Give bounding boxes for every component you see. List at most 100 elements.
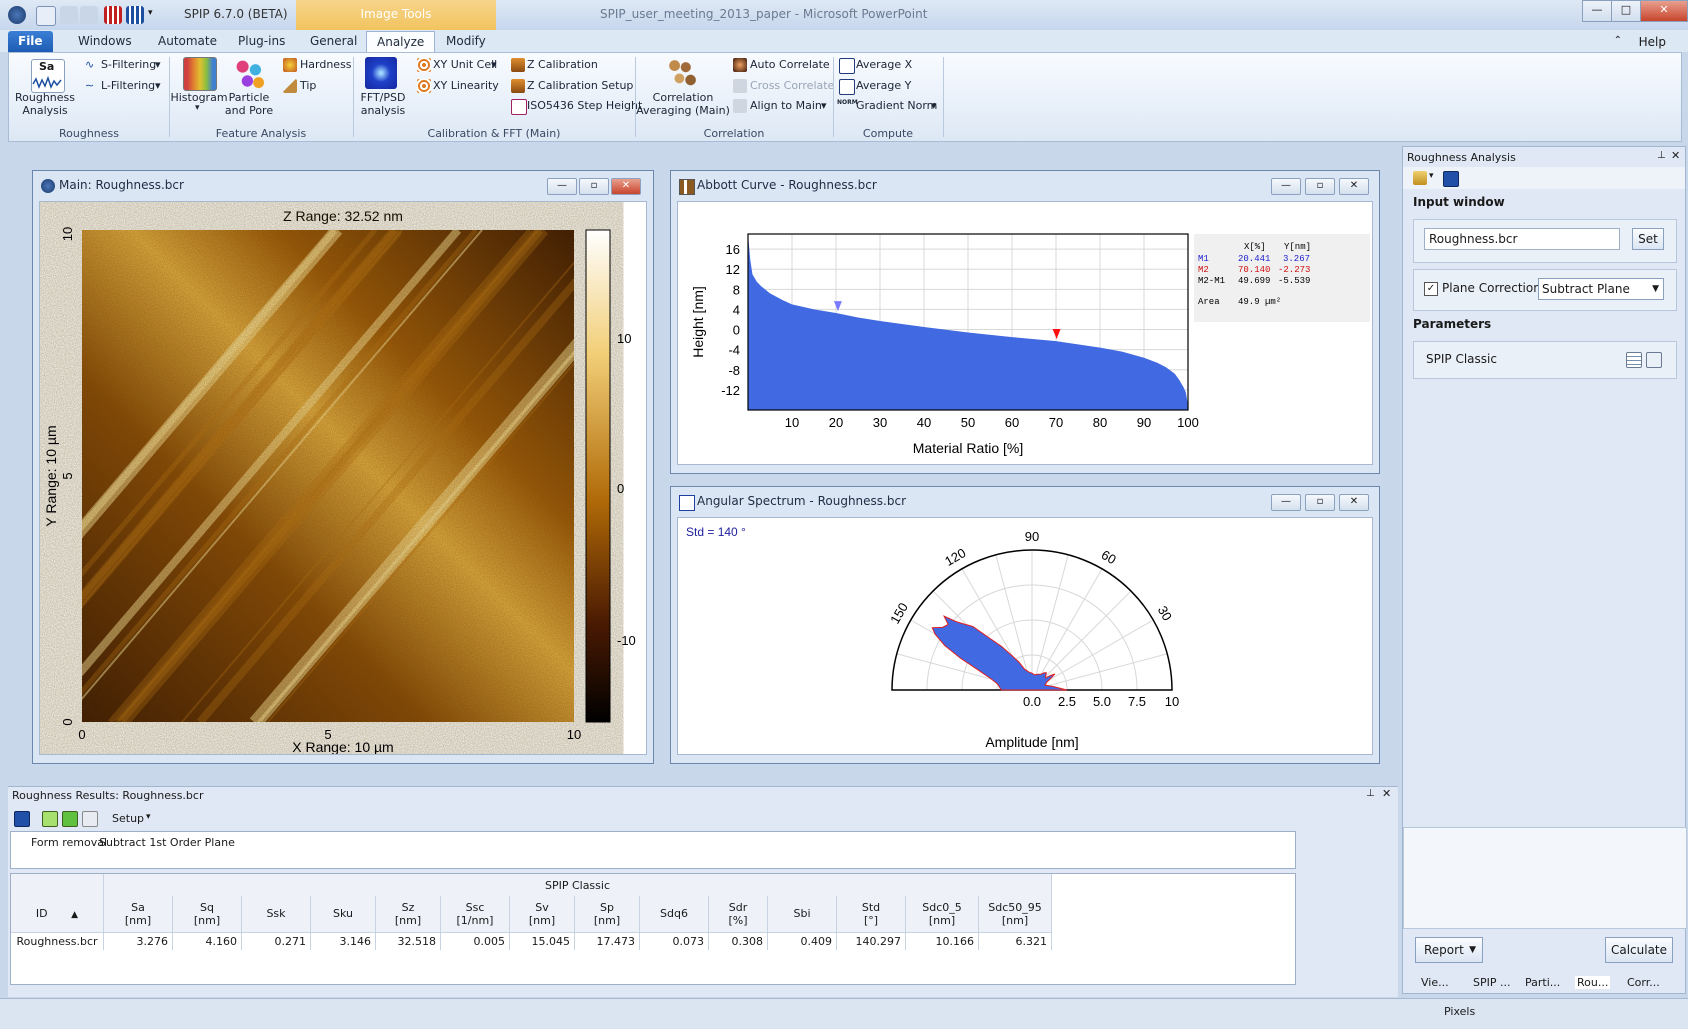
gradient-norm-dropdown-icon[interactable]: ▾	[931, 99, 937, 112]
panel-pin-icon[interactable]: ⊥	[1657, 150, 1666, 161]
redo-icon[interactable]	[80, 6, 98, 24]
help-button[interactable]: Help	[1639, 35, 1666, 49]
bottom-tab-particle[interactable]: Parti...	[1525, 976, 1560, 989]
grid-red-icon[interactable]	[104, 6, 122, 24]
bottom-tab-views[interactable]: Vie...	[1421, 976, 1449, 989]
results-layout-1-icon[interactable]	[42, 811, 58, 827]
spip-classic-label[interactable]: SPIP Classic	[1426, 352, 1497, 366]
iso5436-step-height-button[interactable]: ISO5436 Step Height	[527, 99, 642, 112]
z-calibration-button[interactable]: Z Calibration	[527, 58, 598, 71]
results-col-sku[interactable]: Sku	[310, 896, 376, 932]
results-id-header[interactable]: ID ▲	[11, 896, 104, 932]
minimize-button[interactable]: —	[1582, 0, 1612, 22]
results-col-sa[interactable]: Sa [nm]	[103, 896, 173, 932]
results-col-sp[interactable]: Sp [nm]	[574, 896, 640, 932]
height-map-image[interactable]: Z Range: 32.52 nm 10 0 -10 0 5 10 X Rang…	[40, 202, 646, 755]
results-col-sdq6[interactable]: Sdq6	[639, 896, 709, 932]
results-col-sv[interactable]: Sv [nm]	[509, 896, 575, 932]
align-to-main-dropdown-icon[interactable]: ▾	[821, 99, 827, 112]
auto-correlate-button[interactable]: Auto Correlate	[750, 58, 830, 71]
main-restore-button[interactable]: ▫	[579, 178, 609, 195]
bottom-tab-spip[interactable]: SPIP ...	[1473, 976, 1510, 989]
results-col-sdc0_5[interactable]: Sdc0_5 [nm]	[905, 896, 979, 932]
results-col-ssk[interactable]: Ssk	[241, 896, 311, 932]
results-col-sdc50_95[interactable]: Sdc50_95 [nm]	[978, 896, 1052, 932]
histogram-dropdown-icon[interactable]: ▾	[195, 103, 200, 113]
tip-button[interactable]: Tip	[300, 79, 316, 92]
xy-unit-cell-button[interactable]: XY Unit Cell	[433, 58, 497, 71]
new-file-icon[interactable]	[36, 6, 56, 26]
open-dropdown-icon[interactable]: ▾	[1429, 171, 1434, 181]
l-filtering-button[interactable]: L-Filtering	[101, 79, 155, 92]
l-filtering-dropdown-icon[interactable]: ▾	[155, 79, 161, 92]
results-col-sq[interactable]: Sq [nm]	[172, 896, 242, 932]
s-filtering-dropdown-icon[interactable]: ▾	[155, 58, 161, 71]
grid-blue-icon[interactable]	[126, 6, 144, 24]
set-button[interactable]: Set	[1632, 228, 1664, 250]
angular-minimize-button[interactable]: —	[1271, 494, 1301, 511]
close-button[interactable]: ✕	[1640, 0, 1688, 22]
results-col-sbi[interactable]: Sbi	[767, 896, 837, 932]
roughness-analysis-icon[interactable]: Sa	[31, 59, 65, 93]
angular-close-button[interactable]: ✕	[1339, 494, 1369, 511]
cross-correlate-button[interactable]: Cross Correlate	[750, 79, 834, 92]
average-y-button[interactable]: Average Y	[856, 79, 911, 92]
angular-spectrum-window[interactable]: Angular Spectrum - Roughness.bcr — ▫ ✕ S…	[670, 486, 1380, 764]
z-calibration-setup-button[interactable]: Z Calibration Setup	[527, 79, 633, 92]
correlation-averaging-icon[interactable]	[665, 56, 697, 88]
tab-file[interactable]: File	[8, 31, 53, 52]
plane-correction-select[interactable]: Subtract Plane ▼	[1538, 278, 1664, 300]
results-col-std[interactable]: Std [°]	[836, 896, 906, 932]
particle-and-pore-button[interactable]: Particle and Pore	[221, 91, 277, 117]
xy-unit-cell-dropdown-icon[interactable]: ▾	[491, 58, 497, 71]
open-folder-icon[interactable]	[1413, 171, 1427, 185]
abbott-marker-m2[interactable]	[1052, 328, 1061, 339]
abbott-chart[interactable]: 10 20 30 40 50 60 70 80 90 100 1612840-4-8-12 Mat…	[678, 202, 1372, 464]
parameter-table-icon[interactable]	[1626, 352, 1642, 368]
bottom-tab-roughness[interactable]: Rou...	[1575, 976, 1611, 989]
save-icon[interactable]	[1443, 171, 1459, 187]
correlation-averaging-button[interactable]: Correlation Averaging (Main)	[635, 91, 731, 117]
calculate-button[interactable]: Calculate	[1605, 937, 1673, 963]
tab-windows[interactable]: Windows	[68, 31, 142, 52]
results-layout-3-icon[interactable]	[82, 811, 98, 827]
panel-close-icon[interactable]: ✕	[1671, 149, 1680, 162]
parameter-chart-icon[interactable]	[1646, 352, 1662, 368]
histogram-icon[interactable]	[183, 57, 217, 91]
maximize-button[interactable]: □	[1611, 0, 1641, 22]
main-close-button[interactable]: ✕	[611, 178, 641, 195]
fft-psd-icon[interactable]	[365, 57, 397, 89]
help-icon[interactable]: ⌃	[1614, 35, 1622, 46]
undo-icon[interactable]	[60, 6, 78, 24]
results-col-sz[interactable]: Sz [nm]	[375, 896, 441, 932]
results-col-ssc[interactable]: Ssc [1/nm]	[440, 896, 510, 932]
results-setup-button[interactable]: Setup	[112, 812, 144, 825]
tab-automate[interactable]: Automate	[148, 31, 227, 52]
results-row-id[interactable]: Roughness.bcr	[11, 932, 104, 950]
report-button[interactable]: Report ▼	[1415, 937, 1483, 963]
abbott-restore-button[interactable]: ▫	[1305, 178, 1335, 195]
angular-spectrum-chart[interactable]: Std = 140 ° 30 60 90 120 150 0.0 2.5 5.0 7.5 10 A…	[678, 518, 1372, 754]
app-logo-icon[interactable]	[8, 6, 26, 24]
results-layout-2-icon[interactable]	[62, 811, 78, 827]
main-image-window[interactable]: Main: Roughness.bcr — ▫ ✕ Z Range: 32.52…	[32, 170, 654, 764]
roughness-analysis-button[interactable]: Roughness Analysis	[13, 91, 77, 117]
s-filtering-button[interactable]: S-Filtering	[101, 58, 156, 71]
particle-and-pore-icon[interactable]	[233, 57, 265, 89]
main-minimize-button[interactable]: —	[547, 178, 577, 195]
bottom-tab-correlation[interactable]: Corr...	[1627, 976, 1660, 989]
results-close-icon[interactable]: ✕	[1382, 787, 1391, 800]
abbott-curve-window[interactable]: Abbott Curve - Roughness.bcr — ▫ ✕ 10 20 3…	[670, 170, 1380, 474]
hardness-button[interactable]: Hardness	[300, 58, 352, 71]
xy-linearity-button[interactable]: XY Linearity	[433, 79, 499, 92]
align-to-main-button[interactable]: Align to Main	[750, 99, 822, 112]
plane-correction-checkbox[interactable]: ✓	[1424, 282, 1438, 296]
tab-modify[interactable]: Modify	[436, 31, 496, 52]
results-pin-icon[interactable]: ⊥	[1366, 788, 1375, 799]
fft-psd-analysis-button[interactable]: FFT/PSD analysis	[353, 91, 413, 117]
results-save-icon[interactable]	[14, 811, 30, 827]
abbott-close-button[interactable]: ✕	[1339, 178, 1369, 195]
input-window-field[interactable]: Roughness.bcr	[1424, 228, 1620, 250]
results-setup-dropdown-icon[interactable]: ▾	[146, 812, 151, 822]
results-col-sdr[interactable]: Sdr [%]	[708, 896, 768, 932]
